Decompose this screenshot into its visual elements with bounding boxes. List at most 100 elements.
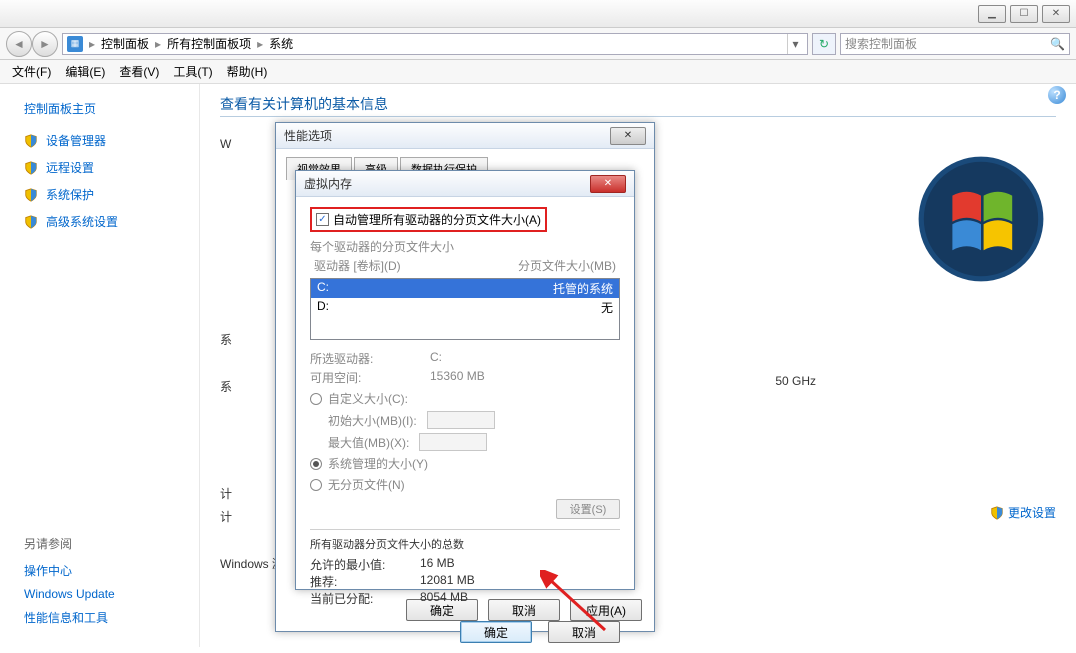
- selected-drive-row: 所选驱动器: C:: [310, 350, 620, 367]
- current-value: 8054 MB: [420, 590, 468, 607]
- windows-logo-icon: [916, 154, 1046, 284]
- sidebar-item-advanced-system-settings[interactable]: 高级系统设置: [0, 208, 199, 235]
- dialog-title: 虚拟内存: [304, 175, 352, 192]
- window-minimize-button[interactable]: [978, 5, 1006, 23]
- window-titlebar: [0, 0, 1076, 28]
- dialog-titlebar[interactable]: 性能选项 ✕: [276, 123, 654, 149]
- totals-title: 所有驱动器分页文件大小的总数: [310, 536, 620, 552]
- nav-back-forward: ◄ ►: [6, 31, 58, 57]
- radio-icon: [310, 458, 322, 470]
- control-panel-icon: ▦: [67, 36, 83, 52]
- drive-list-headers: 驱动器 [卷标](D) 分页文件大小(MB): [310, 255, 620, 276]
- see-also-windows-update[interactable]: Windows Update: [0, 583, 199, 605]
- ok-button[interactable]: 确定: [460, 621, 532, 643]
- auto-manage-label: 自动管理所有驱动器的分页文件大小(A): [333, 211, 541, 228]
- initial-size-input[interactable]: [427, 411, 495, 429]
- radio-system-managed[interactable]: 系统管理的大小(Y): [310, 455, 620, 472]
- shield-icon: [24, 214, 38, 230]
- free-space-row: 可用空间: 15360 MB: [310, 369, 620, 386]
- col-drive: 驱动器 [卷标](D): [314, 257, 401, 274]
- dialog-button-row: 确定 取消: [310, 621, 620, 643]
- sidebar-item-device-manager[interactable]: 设备管理器: [0, 127, 199, 154]
- breadcrumb-leaf[interactable]: 系统: [269, 35, 293, 52]
- refresh-button[interactable]: ↻: [812, 33, 836, 55]
- radio-custom-size[interactable]: 自定义大小(C):: [310, 390, 620, 407]
- min-allowed-value: 16 MB: [420, 556, 455, 573]
- sidebar-home-link[interactable]: 控制面板主页: [0, 96, 199, 127]
- recommended-value: 12081 MB: [420, 573, 475, 590]
- virtual-memory-dialog: 虚拟内存 ✕ ✓ 自动管理所有驱动器的分页文件大小(A) 每个驱动器的分页文件大…: [295, 170, 635, 590]
- breadcrumb-sep-icon: ▸: [89, 37, 95, 51]
- radio-label: 无分页文件(N): [328, 476, 405, 493]
- change-settings-label: 更改设置: [1008, 504, 1056, 521]
- radio-label: 系统管理的大小(Y): [328, 455, 428, 472]
- menu-edit[interactable]: 编辑(E): [65, 63, 105, 80]
- dialog-title: 性能选项: [284, 127, 332, 144]
- dialog-titlebar[interactable]: 虚拟内存 ✕: [296, 171, 634, 197]
- free-space-value: 15360 MB: [430, 369, 485, 386]
- max-size-row: 最大值(MB)(X):: [310, 433, 620, 451]
- nav-forward-button[interactable]: ►: [32, 31, 58, 57]
- sidebar-item-remote-settings[interactable]: 远程设置: [0, 154, 199, 181]
- shield-icon: [990, 505, 1004, 521]
- drive-list[interactable]: C: 托管的系统 D: 无: [310, 278, 620, 340]
- group-label: 每个驱动器的分页文件大小: [310, 238, 620, 255]
- see-also-performance-info[interactable]: 性能信息和工具: [0, 605, 199, 630]
- address-bar[interactable]: ▦ ▸ 控制面板 ▸ 所有控制面板项 ▸ 系统 ▾: [62, 33, 808, 55]
- totals-group: 所有驱动器分页文件大小的总数 允许的最小值: 16 MB 推荐: 12081 M…: [310, 529, 620, 607]
- sidebar-item-label: 系统保护: [46, 186, 94, 203]
- initial-size-row: 初始大小(MB)(I):: [310, 411, 620, 429]
- page-heading: 查看有关计算机的基本信息: [220, 94, 1056, 117]
- max-size-label: 最大值(MB)(X):: [328, 434, 409, 451]
- menu-tools[interactable]: 工具(T): [173, 63, 212, 80]
- recommended-row: 推荐: 12081 MB: [310, 573, 620, 590]
- sidebar-see-also: 另请参阅 操作中心 Windows Update 性能信息和工具: [0, 535, 199, 630]
- cpu-ghz-value: 50 GHz: [775, 374, 816, 388]
- min-allowed-label: 允许的最小值:: [310, 556, 420, 573]
- search-input[interactable]: 搜索控制面板 🔍: [840, 33, 1070, 55]
- sidebar-item-system-protection[interactable]: 系统保护: [0, 181, 199, 208]
- drive-letter: D:: [317, 299, 329, 316]
- navigation-bar: ◄ ► ▦ ▸ 控制面板 ▸ 所有控制面板项 ▸ 系统 ▾ ↻ 搜索控制面板 🔍: [0, 28, 1076, 60]
- radio-icon: [310, 393, 322, 405]
- breadcrumb-mid[interactable]: 所有控制面板项: [167, 35, 251, 52]
- auto-manage-checkbox[interactable]: ✓: [316, 213, 329, 226]
- selected-drive-value: C:: [430, 350, 442, 367]
- max-size-input[interactable]: [419, 433, 487, 451]
- menu-view[interactable]: 查看(V): [119, 63, 159, 80]
- col-paging-size: 分页文件大小(MB): [518, 257, 616, 274]
- sidebar: 控制面板主页 设备管理器 远程设置 系统保护 高级系统设置 另请参阅 操作中心 …: [0, 84, 200, 647]
- recommended-label: 推荐:: [310, 573, 420, 590]
- set-button-row: 设置(S): [310, 499, 620, 519]
- window-close-button[interactable]: [1042, 5, 1070, 23]
- initial-size-label: 初始大小(MB)(I):: [328, 412, 417, 429]
- dialog-close-button[interactable]: ✕: [610, 127, 646, 145]
- free-space-label: 可用空间:: [310, 369, 410, 386]
- address-dropdown-button[interactable]: ▾: [787, 34, 803, 54]
- set-button[interactable]: 设置(S): [556, 499, 620, 519]
- breadcrumb-sep-icon: ▸: [155, 37, 161, 51]
- menu-file[interactable]: 文件(F): [12, 63, 51, 80]
- breadcrumb-root[interactable]: 控制面板: [101, 35, 149, 52]
- drive-letter: C:: [317, 280, 329, 297]
- radio-no-paging[interactable]: 无分页文件(N): [310, 476, 620, 493]
- menu-help[interactable]: 帮助(H): [227, 63, 268, 80]
- shield-icon: [24, 187, 38, 203]
- drive-row[interactable]: C: 托管的系统: [311, 279, 619, 298]
- sidebar-item-label: 设备管理器: [46, 132, 106, 149]
- window-maximize-button[interactable]: [1010, 5, 1038, 23]
- nav-back-button[interactable]: ◄: [6, 31, 32, 57]
- shield-icon: [24, 160, 38, 176]
- drive-paging-value: 托管的系统: [553, 280, 613, 297]
- change-settings-link[interactable]: 更改设置: [990, 504, 1056, 521]
- help-icon[interactable]: ?: [1048, 86, 1066, 104]
- drive-row[interactable]: D: 无: [311, 298, 619, 317]
- dialog-close-button[interactable]: ✕: [590, 175, 626, 193]
- dialog-body: ✓ 自动管理所有驱动器的分页文件大小(A) 每个驱动器的分页文件大小 驱动器 […: [296, 197, 634, 653]
- drive-paging-value: 无: [601, 299, 613, 316]
- selected-drive-label: 所选驱动器:: [310, 350, 410, 367]
- radio-label: 自定义大小(C):: [328, 390, 408, 407]
- current-label: 当前已分配:: [310, 590, 420, 607]
- see-also-action-center[interactable]: 操作中心: [0, 558, 199, 583]
- cancel-button[interactable]: 取消: [548, 621, 620, 643]
